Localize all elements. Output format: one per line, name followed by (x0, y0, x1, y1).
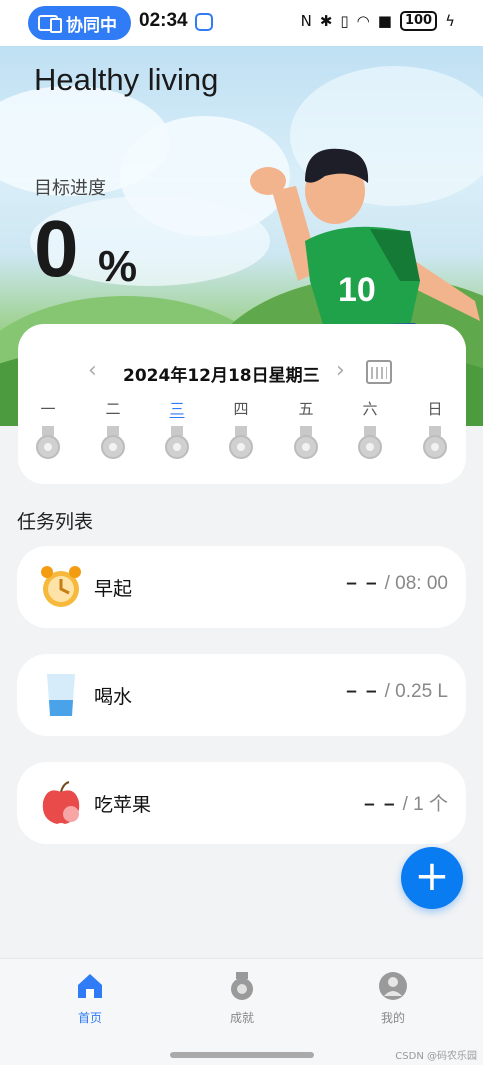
nav-achievements[interactable]: 成就 (202, 971, 282, 1026)
day-sun[interactable]: 日 (415, 398, 455, 462)
home-icon (78, 974, 102, 998)
alert-icon: ■ (377, 12, 392, 30)
calendar-date: 2024年12月18日星期三 (123, 366, 320, 386)
collab-label: 协同中 (66, 15, 117, 36)
day-fri[interactable]: 五 (286, 398, 326, 462)
task-progress: – –/ 1 个 (364, 789, 448, 816)
calendar-icon[interactable] (366, 360, 392, 384)
medal-icon (163, 426, 191, 462)
task-done-value: – – (364, 794, 397, 815)
day-label: 四 (233, 400, 249, 418)
goal-progress-value: 0 (34, 204, 79, 293)
watermark: CSDN @码农乐园 (395, 1051, 477, 1062)
apple-icon (42, 781, 80, 824)
task-name: 喝水 (94, 686, 133, 708)
day-label-selected: 三 (169, 400, 185, 418)
multi-device-icon (38, 15, 62, 33)
task-item-eat-apple[interactable]: 吃苹果 – –/ 1 个 (17, 762, 466, 844)
task-target: / 0.25 L (384, 681, 448, 702)
charging-icon: ϟ (445, 12, 455, 30)
task-name: 吃苹果 (94, 794, 152, 816)
prev-day-button[interactable]: ‹ (88, 358, 97, 383)
medal-icon (292, 426, 320, 462)
system-icons: N ✱ ▯ ◠ ■ 100 ϟ (301, 11, 455, 31)
notification-icon (195, 13, 213, 31)
alarm-clock-icon (41, 566, 81, 607)
medal-icon (34, 426, 62, 462)
goal-progress-unit: % (98, 242, 138, 291)
day-label: 一 (40, 400, 56, 418)
day-wed[interactable]: 三 (157, 398, 197, 462)
day-thu[interactable]: 四 (221, 398, 261, 462)
week-strip: 一 二 三 四 五 六 日 (18, 398, 466, 468)
task-done-value: – – (346, 573, 379, 594)
svg-text:10: 10 (338, 271, 376, 309)
bluetooth-icon: ✱ (319, 12, 333, 30)
nav-label: 成就 (229, 1011, 254, 1025)
clock: 02:34 (139, 10, 188, 31)
day-mon[interactable]: 一 (28, 398, 68, 462)
task-progress: – –/ 08: 00 (346, 573, 448, 595)
medal-icon (231, 972, 253, 1000)
nav-label: 我的 (380, 1011, 405, 1025)
app-title: Healthy living (34, 62, 219, 97)
nav-home[interactable]: 首页 (50, 971, 130, 1026)
next-day-button[interactable]: › (336, 358, 345, 383)
user-avatar-icon (379, 972, 407, 1000)
day-label: 日 (427, 400, 443, 418)
medal-icon (227, 426, 255, 462)
day-label: 六 (362, 400, 378, 418)
task-target: / 08: 00 (384, 573, 448, 594)
task-item-drink-water[interactable]: 喝水 – –/ 0.25 L (17, 654, 466, 736)
medal-icon (356, 426, 384, 462)
goal-progress-label: 目标进度 (34, 178, 106, 199)
calendar-header: ‹ 2024年12月18日星期三 › (18, 358, 466, 388)
medal-icon (99, 426, 127, 462)
wifi-icon: ◠ (356, 12, 370, 30)
medal-icon (421, 426, 449, 462)
task-name: 早起 (94, 578, 133, 600)
battery-icon: 100 (399, 11, 438, 31)
day-label: 五 (298, 400, 314, 418)
vibrate-icon: ▯ (340, 12, 349, 30)
calendar-card: ‹ 2024年12月18日星期三 › 一 二 三 四 五 六 日 (18, 324, 466, 484)
nav-label: 首页 (77, 1011, 102, 1025)
water-glass-icon (47, 674, 75, 716)
day-label: 二 (105, 400, 121, 418)
day-sat[interactable]: 六 (350, 398, 390, 462)
task-list-title: 任务列表 (17, 511, 94, 533)
status-bar: 协同中 02:34 N ✱ ▯ ◠ ■ 100 ϟ (0, 0, 483, 46)
nfc-icon: N (300, 12, 312, 30)
add-task-button[interactable]: + (401, 847, 463, 909)
home-indicator[interactable] (170, 1052, 314, 1058)
task-item-wake-up[interactable]: 早起 – –/ 08: 00 (17, 546, 466, 628)
task-progress: – –/ 0.25 L (346, 681, 448, 703)
task-target: / 1 个 (402, 794, 448, 815)
task-done-value: – – (346, 681, 379, 702)
collab-status-pill[interactable]: 协同中 (28, 6, 131, 40)
day-tue[interactable]: 二 (93, 398, 133, 462)
nav-profile[interactable]: 我的 (353, 971, 433, 1026)
